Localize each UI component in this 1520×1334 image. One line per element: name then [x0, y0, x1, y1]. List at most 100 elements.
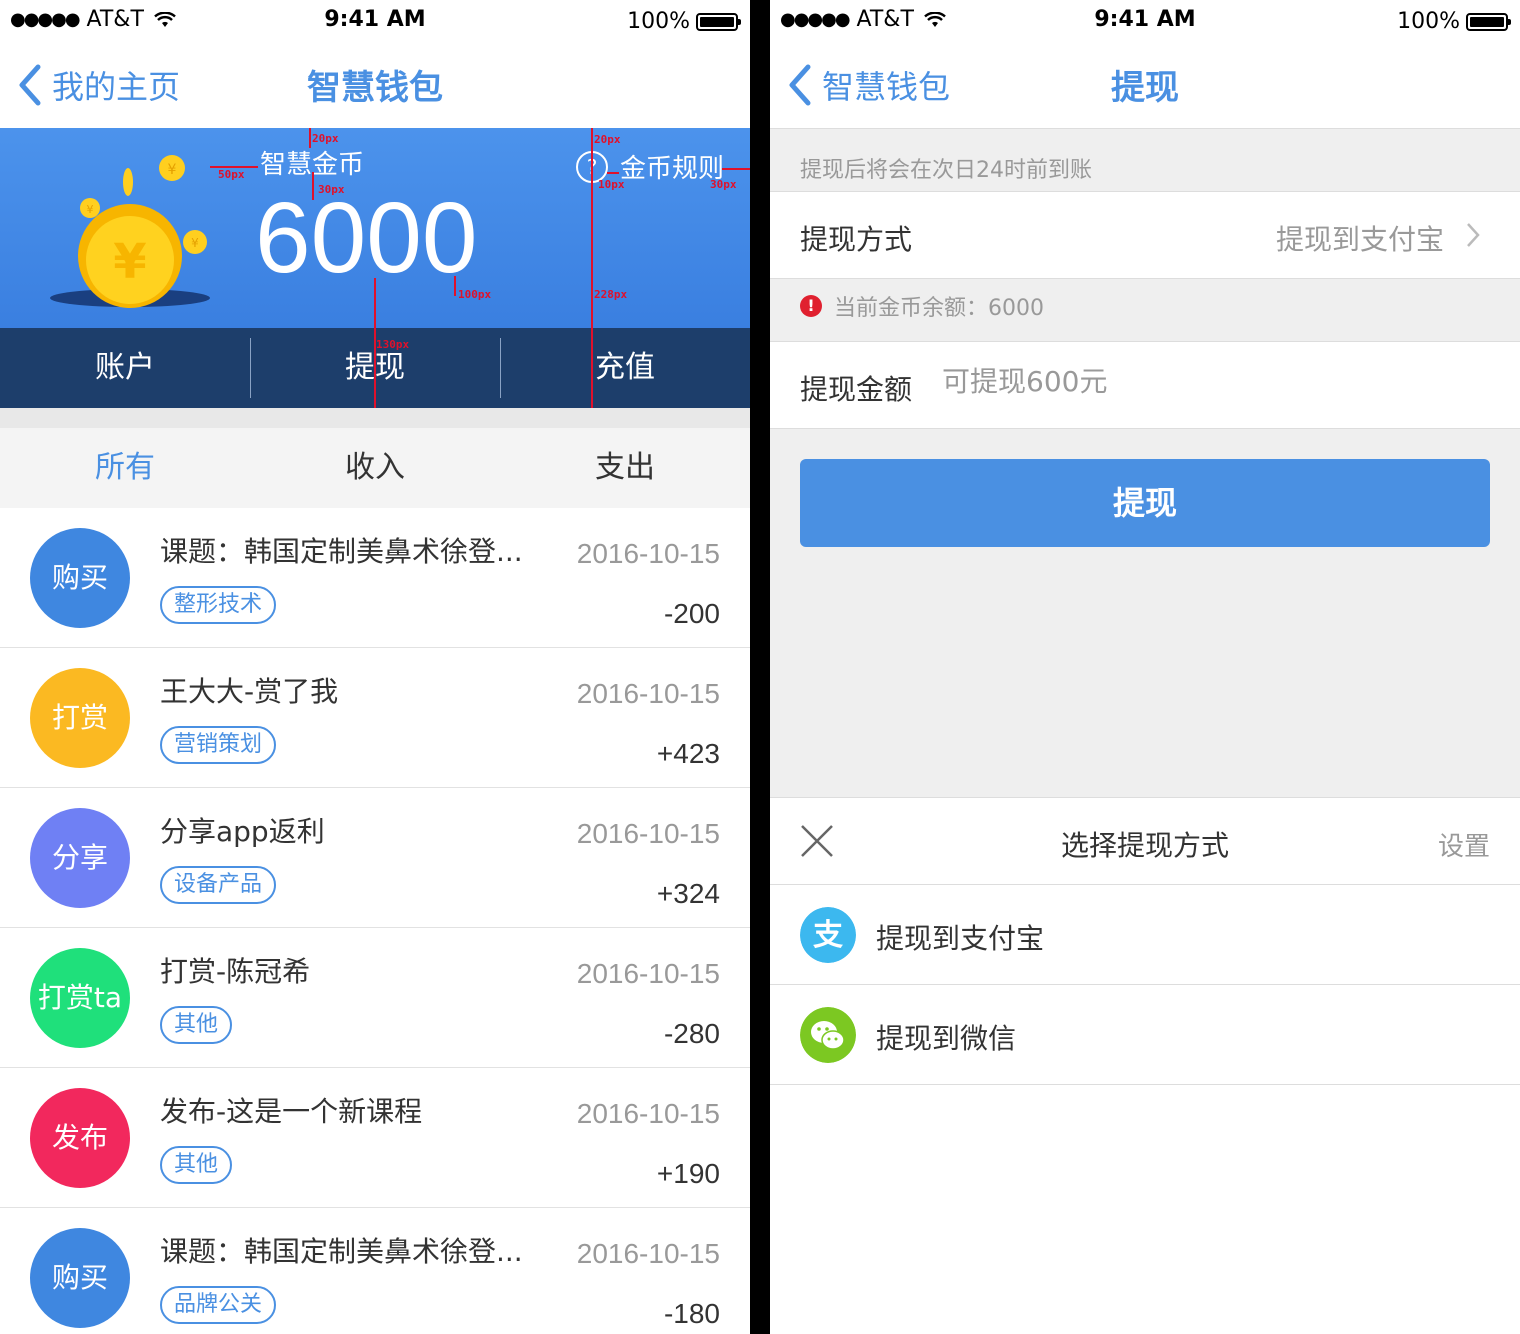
annotation-label: 50px: [218, 168, 245, 181]
transaction-list: 购买 课题：韩国定制美鼻术徐登... 整形技术 2016-10-15 -200 打赏 王大大…: [0, 508, 750, 1334]
transaction-title: 打赏-陈冠希: [160, 955, 311, 988]
svg-text:¥: ¥: [191, 236, 199, 250]
transaction-title: 分享app返利: [160, 815, 325, 848]
annotation-label: 20px: [594, 133, 621, 146]
arrival-note: 提现后将会在次日24时前到账: [800, 158, 1092, 183]
balance-warning: ! 当前金币余额：6000: [800, 290, 1044, 322]
transaction-date: 2016-10-15: [576, 1098, 720, 1129]
nav-bar: 我的主页 智慧钱包: [0, 40, 750, 129]
transaction-type-avatar: 发布: [30, 1088, 130, 1188]
transaction-row[interactable]: 发布 发布-这是一个新课程其他 2016-10-15 +190: [0, 1068, 750, 1208]
withdraw-amount-row: 提现金额: [770, 341, 1520, 429]
withdraw-submit-button[interactable]: 提现: [800, 459, 1490, 547]
annotation-label: 30px: [318, 183, 345, 196]
transaction-amount: -200: [663, 598, 720, 629]
withdraw-amount-input[interactable]: [940, 364, 1444, 399]
sheet-settings-button[interactable]: 设置: [1438, 826, 1490, 863]
transaction-tag: 其他: [160, 1146, 233, 1184]
withdraw-method-label: 提现方式: [800, 223, 913, 256]
transaction-row[interactable]: 打赏ta 打赏-陈冠希其他 2016-10-15 -280: [0, 928, 750, 1068]
wallet-screen: ●●●●● AT&T 9:41 AM 100% 我的主页 智慧钱包 ¥ ¥ ¥ …: [0, 0, 750, 1334]
chevron-right-icon: [1467, 223, 1480, 247]
alert-icon: !: [800, 295, 822, 317]
transaction-amount: +190: [656, 1158, 720, 1189]
filter-income[interactable]: 收入: [250, 428, 500, 508]
balance-header: ¥ ¥ ¥ ¥ 智慧金币 6000 ? 金币规则 20px 50px 30px …: [0, 128, 750, 328]
annotation-label: 228px: [594, 288, 628, 301]
transaction-amount: -180: [663, 1298, 720, 1329]
svg-text:支: 支: [813, 918, 843, 953]
annotation-line: [591, 328, 593, 408]
option-alipay[interactable]: 支 提现到支付宝: [770, 885, 1520, 985]
transaction-row[interactable]: 购买 课题：韩国定制美鼻术徐登... 整形技术 2016-10-15 -200: [0, 508, 750, 648]
transaction-tag: 营销策划: [160, 726, 277, 764]
transaction-row[interactable]: 打赏 王大大-赏了我营销策划 2016-10-15 +423: [0, 648, 750, 788]
transaction-title: 课题：韩国定制美鼻术徐登...: [160, 1235, 523, 1268]
status-bar: ●●●●● AT&T 9:41 AM 100%: [0, 0, 750, 40]
transaction-amount: +423: [656, 738, 720, 769]
transaction-row[interactable]: 分享 分享app返利设备产品 2016-10-15 +324: [0, 788, 750, 928]
coin-illustration-icon: ¥ ¥ ¥ ¥: [50, 155, 210, 308]
transaction-title: 发布-这是一个新课程: [160, 1095, 423, 1128]
transaction-title: 王大大-赏了我: [160, 675, 339, 708]
withdraw-method-sheet: 选择提现方式 设置 支 提现到支付宝 提现到微信: [770, 797, 1520, 1334]
transaction-type-avatar: 打赏: [30, 668, 130, 768]
svg-text:¥: ¥: [87, 203, 94, 216]
annotation-line: [374, 278, 376, 328]
status-bar: ●●●●● AT&T 9:41 AM 100%: [770, 0, 1520, 40]
transaction-tag: 整形技术: [160, 586, 277, 624]
transaction-tag: 品牌公关: [160, 1286, 277, 1324]
svg-text:¥: ¥: [113, 234, 146, 290]
page-title: 智慧钱包: [307, 68, 443, 108]
annotation-label: 100px: [458, 288, 492, 301]
annotation-line: [722, 168, 750, 170]
annotation-line: [454, 276, 456, 296]
annotation-line: [312, 172, 314, 200]
svg-text:¥: ¥: [168, 162, 177, 178]
transaction-type-avatar: 分享: [30, 808, 130, 908]
transaction-date: 2016-10-15: [576, 538, 720, 569]
transaction-tag: 设备产品: [160, 866, 277, 904]
annotation-line: [607, 172, 619, 174]
transaction-amount: -280: [663, 1018, 720, 1049]
transaction-amount: +324: [656, 878, 720, 909]
transaction-date: 2016-10-15: [576, 1238, 720, 1269]
transaction-title: 课题：韩国定制美鼻术徐登...: [160, 535, 523, 568]
withdraw-amount-label: 提现金额: [800, 373, 913, 406]
withdraw-method-value: 提现到支付宝: [1275, 223, 1444, 256]
transaction-date: 2016-10-15: [576, 818, 720, 849]
tab-account[interactable]: 账户: [0, 328, 250, 408]
wechat-icon: [800, 1007, 856, 1063]
option-alipay-label: 提现到支付宝: [876, 922, 1045, 955]
battery-percent: 100%: [627, 9, 690, 34]
annotation-line: [591, 128, 593, 328]
battery-icon: [696, 12, 741, 31]
transaction-type-avatar: 打赏ta: [30, 948, 130, 1048]
nav-bar: 智慧钱包 提现: [770, 40, 1520, 129]
page-title: 提现: [1111, 68, 1179, 108]
filter-all[interactable]: 所有: [0, 428, 250, 508]
battery-percent: 100%: [1397, 9, 1460, 34]
filter-tabs: 所有 收入 支出: [0, 428, 750, 508]
tab-recharge[interactable]: 充值: [500, 328, 750, 408]
option-wechat[interactable]: 提现到微信: [770, 985, 1520, 1085]
option-wechat-label: 提现到微信: [876, 1022, 1017, 1055]
transaction-date: 2016-10-15: [576, 958, 720, 989]
transaction-row[interactable]: 购买 课题：韩国定制美鼻术徐登... 品牌公关 2016-10-15 -180: [0, 1208, 750, 1334]
transaction-date: 2016-10-15: [576, 678, 720, 709]
battery-icon: [1466, 12, 1511, 31]
withdraw-screen: ●●●●● AT&T 9:41 AM 100% 智慧钱包 提现 提现后将会在次日…: [770, 0, 1520, 1334]
transaction-type-avatar: 购买: [30, 528, 130, 628]
transaction-tag: 其他: [160, 1006, 233, 1044]
coin-balance: 6000: [255, 182, 478, 294]
annotation-label: 30px: [710, 178, 737, 191]
withdraw-method-row[interactable]: 提现方式 提现到支付宝: [770, 191, 1520, 279]
filter-expense[interactable]: 支出: [500, 428, 750, 508]
annotation-label: 130px: [376, 338, 410, 351]
sheet-title: 选择提现方式: [1060, 829, 1229, 862]
balance-warning-text: 当前金币余额：6000: [834, 296, 1044, 321]
annotation-label: 10px: [598, 178, 625, 191]
alipay-icon: 支: [800, 907, 856, 963]
coin-rules-label: 金币规则: [620, 154, 725, 184]
section-divider: [0, 408, 750, 428]
